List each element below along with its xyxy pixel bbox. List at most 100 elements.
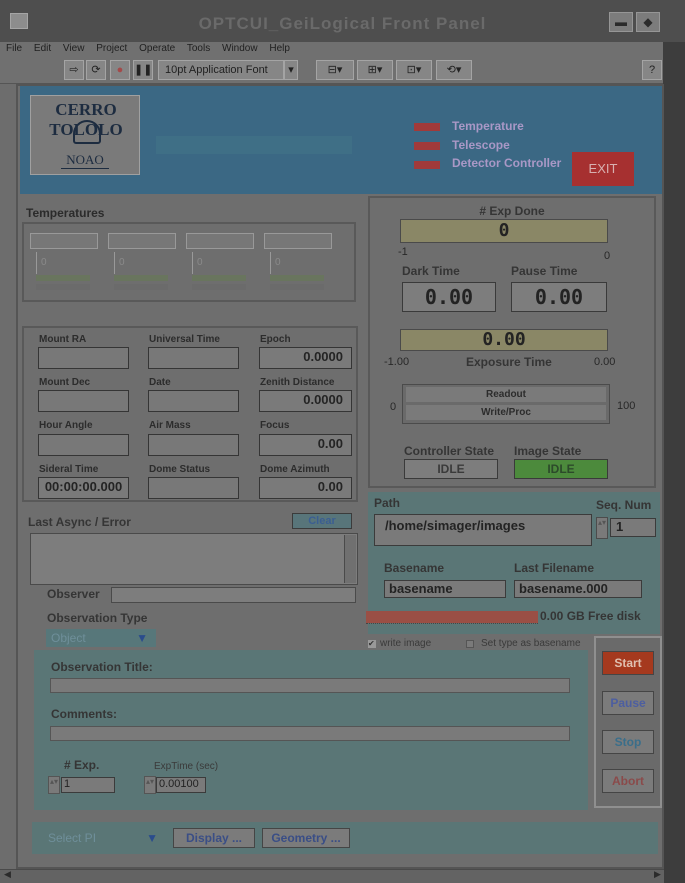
air-mass-field [148, 434, 239, 456]
sideral-time-field: 00:00:00.000 [38, 477, 129, 499]
pause-execution-icon[interactable]: ❚❚ [133, 60, 153, 80]
dome-status-field [148, 477, 239, 499]
exptime-field[interactable]: 0.00100 [156, 777, 206, 793]
last-filename-label: Last Filename [514, 561, 595, 575]
comments-field[interactable] [50, 726, 570, 741]
pause-time-value: 0.00 [511, 282, 607, 312]
pause-time-label: Pause Time [511, 264, 578, 278]
async-error-label: Last Async / Error [28, 515, 131, 529]
scroll-left-icon[interactable]: ◀ [4, 869, 11, 880]
start-button[interactable]: Start [602, 651, 654, 675]
path-field[interactable]: /home/simager/images [374, 514, 592, 546]
controller-state-label: Controller State [404, 444, 495, 458]
exposure-time-value: 0.00 [482, 329, 526, 350]
menu-file[interactable]: File [6, 43, 22, 54]
pause-button[interactable]: Pause [602, 691, 654, 715]
temp-value-2: 0 [114, 252, 176, 274]
dome-azimuth-label: Dome Azimuth [260, 464, 330, 475]
observer-field[interactable] [111, 587, 356, 603]
clear-button[interactable]: Clear [292, 513, 352, 529]
resize-objects-icon[interactable]: ⊡▾ [396, 60, 432, 80]
menu-operate[interactable]: Operate [139, 43, 175, 54]
scroll-right-icon[interactable]: ▶ [654, 869, 661, 880]
basename-field[interactable]: basename [384, 580, 506, 598]
abort-execution-icon[interactable]: ● [110, 60, 130, 80]
menu-edit[interactable]: Edit [34, 43, 51, 54]
select-pi-dropdown[interactable]: Select PI ▼ [44, 829, 164, 847]
run-arrow-icon[interactable]: ⇨ [64, 60, 84, 80]
help-icon[interactable]: ? [642, 60, 662, 80]
basename-label: Basename [384, 561, 445, 575]
hour-angle-label: Hour Angle [39, 420, 93, 431]
mount-dec-label: Mount Dec [39, 377, 91, 388]
menu-window[interactable]: Window [222, 43, 258, 54]
restore-icon[interactable]: ◆ [636, 12, 660, 32]
num-exp-stepper[interactable]: ▴▾ [48, 776, 60, 794]
date-field [148, 390, 239, 412]
path-label: Path [374, 496, 401, 510]
progress-min: 0 [390, 401, 397, 413]
temp-level-1a [36, 275, 90, 281]
detector-led [414, 161, 440, 169]
menu-tools[interactable]: Tools [187, 43, 210, 54]
menu-view[interactable]: View [63, 43, 85, 54]
mount-dec-field [38, 390, 129, 412]
dark-time-value: 0.00 [402, 282, 496, 312]
zenith-distance-field: 0.0000 [259, 390, 352, 412]
exposure-min: -1.00 [384, 356, 410, 368]
font-select[interactable]: 10pt Application Font [158, 60, 284, 80]
seq-num-field[interactable]: 1 [610, 518, 656, 537]
hour-angle-field [38, 434, 129, 456]
menu-help[interactable]: Help [269, 43, 290, 54]
telescope-led [414, 142, 440, 150]
observation-title-field[interactable] [50, 678, 570, 693]
last-filename-field: basename.000 [514, 580, 642, 598]
run-continuous-icon[interactable]: ⟳ [86, 60, 106, 80]
progress-max: 100 [617, 400, 636, 412]
observation-type-label: Observation Type [47, 611, 148, 625]
geometry-button[interactable]: Geometry ... [262, 828, 350, 848]
temp-level-3b [192, 284, 246, 290]
mount-ra-field [38, 347, 129, 369]
align-objects-icon[interactable]: ⊟▾ [316, 60, 354, 80]
seq-num-label: Seq. Num [596, 498, 652, 512]
temp-level-4b [270, 284, 324, 290]
stop-button[interactable]: Stop [602, 730, 654, 754]
disk-usage-scale [366, 623, 538, 631]
temp-bar-1 [30, 233, 98, 249]
temp-level-2a [114, 275, 168, 281]
minimize-icon[interactable]: ▬ [609, 12, 633, 32]
temp-value-3: 0 [192, 252, 254, 274]
display-button[interactable]: Display ... [173, 828, 255, 848]
distribute-objects-icon[interactable]: ⊞▾ [357, 60, 393, 80]
controller-state-value: IDLE [404, 459, 498, 479]
set-type-label: Set type as basename [481, 638, 581, 649]
observation-type-select[interactable]: Object ▼ [46, 629, 156, 647]
reorder-icon[interactable]: ⟲▾ [436, 60, 472, 80]
dome-status-label: Dome Status [149, 464, 211, 475]
temp-value-4: 0 [270, 252, 332, 274]
num-exp-label: # Exp. [64, 758, 100, 772]
font-dropdown-icon[interactable]: ▾ [284, 60, 298, 80]
menu-project[interactable]: Project [96, 43, 127, 54]
write-image-checkbox[interactable]: ✔ [368, 640, 376, 648]
temp-bar-3 [186, 233, 254, 249]
write-image-label: write image [380, 638, 432, 649]
exposure-max: 0.00 [594, 356, 616, 368]
window-right-edge [663, 42, 685, 883]
horizontal-scrollbar[interactable] [0, 869, 664, 883]
abort-button[interactable]: Abort [602, 769, 654, 793]
universal-time-label: Universal Time [149, 334, 220, 345]
seq-stepper[interactable]: ▴▾ [596, 517, 608, 539]
universal-time-field [148, 347, 239, 369]
exptime-stepper[interactable]: ▴▾ [144, 776, 156, 794]
temp-level-3a [192, 275, 246, 281]
async-error-textbox[interactable] [30, 533, 358, 585]
exit-button[interactable]: EXIT [572, 152, 634, 186]
telescope-indicator-label: Telescope [452, 138, 510, 152]
set-type-checkbox[interactable] [466, 640, 474, 648]
date-label: Date [149, 377, 171, 388]
async-scrollbar[interactable] [344, 535, 356, 583]
air-mass-label: Air Mass [149, 420, 191, 431]
num-exp-field[interactable]: 1 [61, 777, 115, 793]
